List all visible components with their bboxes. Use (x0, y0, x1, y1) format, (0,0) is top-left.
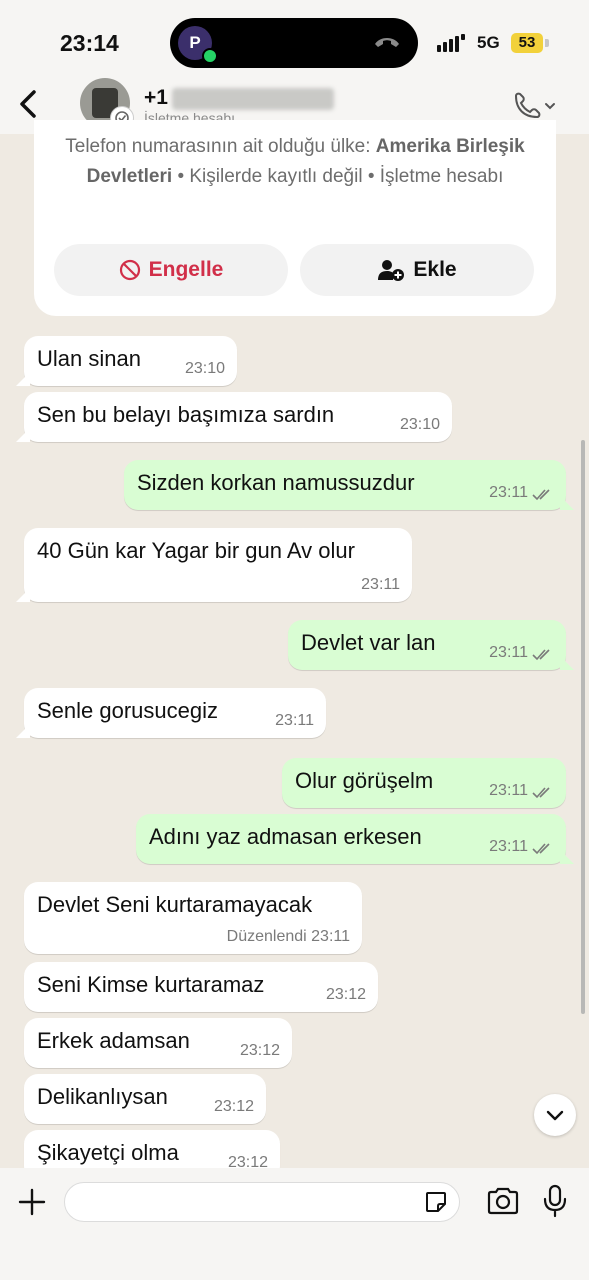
block-label: Engelle (148, 258, 224, 281)
message-time: 23:11 (361, 576, 400, 593)
composer-bar (0, 1168, 589, 1280)
message-bubble[interactable]: Erkek adamsan 23:12 (24, 1018, 292, 1068)
message-text: Sen bu belayı başımıza sardın (37, 402, 335, 427)
message-text: Erkek adamsan (37, 1028, 190, 1053)
message-time: 23:10 (399, 416, 440, 433)
info-text: Telefon numarasının ait olduğu ülke: Ame… (54, 132, 536, 192)
read-check-icon (532, 489, 550, 501)
camera-icon[interactable] (486, 1186, 520, 1216)
message-bubble[interactable]: Seni Kimse kurtaramaz 23:12 (24, 962, 378, 1012)
battery-icon: 53 (511, 33, 543, 53)
message-bubble[interactable]: Devlet Seni kurtaramayacak Düzenlendi 23… (24, 882, 362, 954)
scroll-to-bottom-button[interactable] (534, 1094, 576, 1136)
message-time: 23:11 (489, 644, 528, 661)
message-input[interactable] (64, 1182, 460, 1222)
status-bar: 23:14 P 5G 53 (0, 0, 589, 82)
message-bubble[interactable]: Devlet var lan 23:11 (288, 620, 574, 670)
message-text: Adını yaz admasan erkesen (149, 824, 422, 849)
phone-icon[interactable] (510, 90, 558, 122)
message-bubble[interactable]: Delikanlıysan 23:12 (24, 1074, 266, 1124)
message-text: Seni Kimse kurtaramaz (37, 972, 265, 997)
info-suffix: • Kişilerde kayıtlı değil • İşletme hesa… (172, 166, 504, 187)
message-time: 23:11 (489, 782, 528, 799)
message-bubble[interactable]: Adını yaz admasan erkesen 23:11 (136, 814, 574, 864)
plus-icon[interactable] (16, 1186, 48, 1218)
message-time: 23:12 (227, 1154, 268, 1168)
info-prefix: Telefon numarasının ait olduğu ülke: (65, 136, 376, 157)
message-bubble[interactable]: Senle gorusucegiz 23:11 (16, 688, 326, 738)
microphone-icon[interactable] (542, 1184, 568, 1218)
hang-up-icon (375, 38, 399, 47)
back-chevron-icon[interactable] (14, 86, 44, 122)
message-bubble[interactable]: 40 Gün kar Yagar bir gun Av olur 23:11 (16, 528, 412, 602)
dynamic-island[interactable]: P (170, 18, 418, 68)
block-icon (119, 259, 140, 281)
message-text: Senle gorusucegiz (37, 698, 219, 723)
chevron-down-icon (546, 1110, 564, 1121)
message-time: Düzenlendi 23:11 (226, 928, 350, 945)
message-time: 23:11 (489, 484, 528, 501)
signal-icon (437, 34, 465, 52)
message-text: 40 Gün kar Yagar bir gun Av olur (37, 538, 355, 563)
whatsapp-badge-icon (202, 48, 218, 64)
network-type: 5G (477, 33, 500, 52)
message-bubble[interactable]: Olur görüşelm 23:11 (282, 758, 566, 808)
battery-tip (545, 39, 549, 47)
message-text: Devlet var lan (301, 630, 436, 655)
message-text: Ulan sinan (37, 346, 141, 371)
message-bubble[interactable]: Ulan sinan 23:10 (16, 336, 237, 386)
block-button[interactable]: Engelle (54, 244, 288, 296)
read-check-icon (532, 843, 550, 855)
message-time: 23:10 (184, 360, 225, 377)
message-time: 23:11 (275, 712, 314, 729)
message-list[interactable]: Ulan sinan 23:10 Sen bu belayı başımıza … (0, 330, 589, 1168)
message-time: 23:12 (239, 1042, 280, 1059)
sticker-icon[interactable] (424, 1190, 448, 1214)
message-bubble[interactable]: Sen bu belayı başımıza sardın 23:10 (16, 392, 452, 442)
message-text: Şikayetçi olma (37, 1140, 179, 1165)
business-info-card: Telefon numarasının ait olduğu ülke: Ame… (34, 120, 556, 316)
scrollbar[interactable] (581, 440, 585, 1014)
message-text: Sizden korkan namussuzdur (137, 470, 415, 495)
message-bubble[interactable]: Şikayetçi olma 23:12 (24, 1130, 280, 1168)
message-time: 23:12 (213, 1098, 254, 1115)
message-time: 23:11 (489, 838, 528, 855)
message-text: Delikanlıysan (37, 1084, 168, 1109)
add-user-icon (378, 260, 405, 281)
message-text: Devlet Seni kurtaramayacak (37, 892, 313, 917)
add-contact-button[interactable]: Ekle (300, 244, 534, 296)
message-time: 23:12 (325, 986, 366, 1003)
status-time: 23:14 (60, 30, 119, 56)
message-bubble[interactable]: Sizden korkan namussuzdur 23:11 (124, 460, 574, 510)
redacted-number (172, 88, 334, 110)
add-label: Ekle (413, 258, 457, 281)
read-check-icon (532, 787, 550, 799)
message-text: Olur görüşelm (295, 768, 434, 793)
contact-name[interactable]: +1 (144, 86, 168, 110)
read-check-icon (532, 649, 550, 661)
